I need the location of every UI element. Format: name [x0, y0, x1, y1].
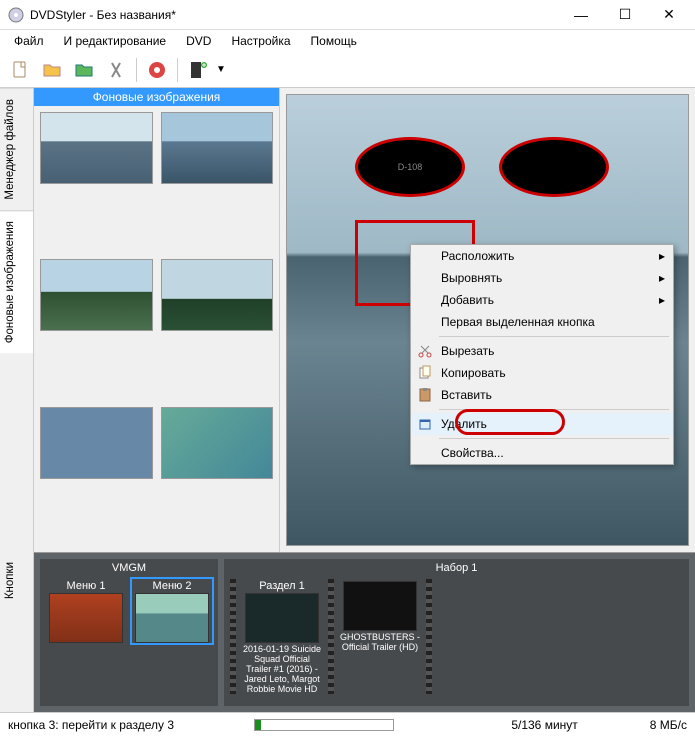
minimize-button[interactable]: —: [559, 0, 603, 30]
menu1-thumb: [49, 593, 123, 643]
ctx-add-label: Добавить: [441, 293, 494, 307]
clip2-thumb: [343, 581, 417, 631]
ctx-copy[interactable]: Копировать: [411, 362, 673, 384]
dvd-button-label: D-108: [398, 162, 423, 172]
settings-button[interactable]: [102, 56, 130, 84]
new-button[interactable]: [6, 56, 34, 84]
toolbar-separator: [136, 58, 137, 82]
bg-thumb[interactable]: [161, 112, 274, 184]
menu1-item[interactable]: Меню 1: [46, 579, 126, 643]
ctx-delete[interactable]: Удалить: [411, 413, 673, 435]
menu-help[interactable]: Помощь: [303, 32, 365, 50]
clip1-caption: 2016-01-19 Suicide Squad Official Traile…: [242, 645, 322, 694]
add-media-button[interactable]: [184, 56, 212, 84]
status-text: кнопка 3: перейти к разделу 3: [8, 718, 238, 732]
bg-thumb[interactable]: [40, 259, 153, 331]
tab-backgrounds[interactable]: Фоновые изображения: [0, 210, 33, 353]
clip1-item[interactable]: Раздел 1 2016-01-19 Suicide Squad Offici…: [242, 579, 322, 694]
menubar: Файл И редактирование DVD Настройка Помо…: [0, 30, 695, 52]
ctx-align-label: Выровнять: [441, 271, 502, 285]
ctx-arrange[interactable]: Расположить ▸: [411, 245, 673, 267]
open-button[interactable]: [38, 56, 66, 84]
ctx-first-label: Первая выделенная кнопка: [441, 315, 595, 329]
film-strip-icon: [230, 579, 236, 694]
film-strip-icon: [426, 579, 432, 694]
left-sidetabs: Менеджер файлов Фоновые изображения: [0, 88, 34, 552]
ctx-cut-label: Вырезать: [441, 344, 494, 358]
titlebar: DVDStyler - Без названия* — ☐ ✕: [0, 0, 695, 30]
menu-dvd[interactable]: DVD: [178, 32, 219, 50]
menu-file[interactable]: Файл: [6, 32, 52, 50]
menu-settings[interactable]: Настройка: [223, 32, 298, 50]
bg-thumb[interactable]: [161, 259, 274, 331]
burn-button[interactable]: [143, 56, 171, 84]
clipboard-icon: [417, 387, 433, 403]
menu-separator: [439, 409, 669, 410]
statusbar: кнопка 3: перейти к разделу 3 5/136 мину…: [0, 712, 695, 736]
menu1-label: Меню 1: [67, 579, 106, 593]
ctx-add[interactable]: Добавить ▸: [411, 289, 673, 311]
maximize-button[interactable]: ☐: [603, 0, 647, 30]
ctx-paste-label: Вставить: [441, 388, 492, 402]
clip2-item[interactable]: GHOSTBUSTERS - Official Trailer (HD): [340, 579, 420, 694]
dropdown-icon[interactable]: ▼: [216, 64, 226, 75]
copy-icon: [417, 365, 433, 381]
save-button[interactable]: [70, 56, 98, 84]
ctx-first-selected[interactable]: Первая выделенная кнопка: [411, 311, 673, 333]
ctx-cut[interactable]: Вырезать: [411, 340, 673, 362]
window-title: DVDStyler - Без названия*: [30, 8, 559, 22]
menu-separator: [439, 336, 669, 337]
panel-title: Фоновые изображения: [34, 88, 279, 106]
film-strip-icon: [328, 579, 334, 694]
progress-fill: [255, 720, 261, 730]
delete-icon: [417, 416, 433, 432]
app-icon: [8, 7, 24, 23]
thumbnail-grid: [34, 106, 279, 552]
bg-thumb[interactable]: [40, 112, 153, 184]
ctx-align[interactable]: Выровнять ▸: [411, 267, 673, 289]
status-size: 8 МБ/с: [650, 718, 687, 732]
left-panel: Фоновые изображения: [34, 88, 280, 552]
vmgm-header: VMGM: [42, 561, 216, 575]
dvd-menu-button[interactable]: D-108: [355, 137, 465, 197]
close-button[interactable]: ✕: [647, 0, 691, 30]
ctx-paste[interactable]: Вставить: [411, 384, 673, 406]
menu2-label: Меню 2: [153, 579, 192, 593]
timeline: VMGM Меню 1 Меню 2 Набор 1 Раздел 1: [34, 552, 695, 712]
ctx-delete-label: Удалить: [441, 417, 487, 431]
submenu-arrow-icon: ▸: [659, 271, 665, 285]
submenu-arrow-icon: ▸: [659, 249, 665, 263]
menu2-item[interactable]: Меню 2: [132, 579, 212, 643]
toolbar-separator-2: [177, 58, 178, 82]
progress-bar: [254, 719, 394, 731]
clip1-thumb: [245, 593, 319, 643]
context-menu: Расположить ▸ Выровнять ▸ Добавить ▸ Первая…: [410, 244, 674, 465]
status-time: 5/136 минут: [511, 718, 577, 732]
tab-buttons[interactable]: Кнопки: [0, 552, 20, 609]
set1-header: Набор 1: [226, 561, 687, 575]
clip2-caption: GHOSTBUSTERS - Official Trailer (HD): [340, 633, 420, 653]
submenu-arrow-icon: ▸: [659, 293, 665, 307]
ctx-properties-label: Свойства...: [441, 446, 504, 460]
scissors-icon: [417, 343, 433, 359]
menu2-thumb: [135, 593, 209, 643]
toolbar: ▼: [0, 52, 695, 88]
bg-thumb[interactable]: [40, 407, 153, 479]
ctx-properties[interactable]: Свойства...: [411, 442, 673, 464]
ctx-arrange-label: Расположить: [441, 249, 514, 263]
tab-file-manager[interactable]: Менеджер файлов: [0, 88, 33, 210]
dvd-menu-button[interactable]: [499, 137, 609, 197]
timeline-sidetab: Кнопки: [0, 552, 34, 712]
section1-label: Раздел 1: [259, 579, 305, 593]
bg-thumb[interactable]: [161, 407, 274, 479]
ctx-copy-label: Копировать: [441, 366, 506, 380]
menu-separator: [439, 438, 669, 439]
menu-edit[interactable]: И редактирование: [56, 32, 175, 50]
